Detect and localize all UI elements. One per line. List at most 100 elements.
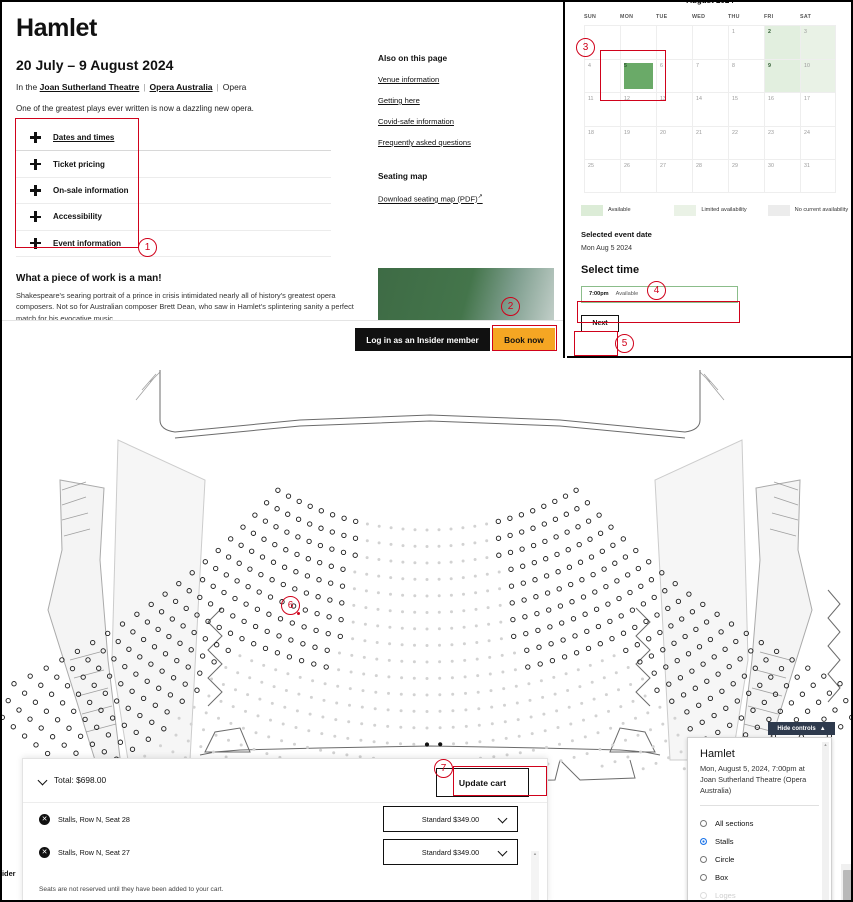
seat-available[interactable]: [49, 734, 56, 740]
seat-available[interactable]: [605, 601, 611, 607]
accordion-item-event-information[interactable]: Event information: [16, 231, 331, 257]
seat-available[interactable]: [572, 633, 578, 639]
seat-available[interactable]: [496, 552, 502, 558]
seat-available[interactable]: [216, 624, 222, 631]
seat-available[interactable]: [599, 548, 605, 554]
seat-available[interactable]: [519, 546, 525, 552]
seat-available[interactable]: [548, 641, 554, 647]
seat-available[interactable]: [597, 530, 604, 536]
seat-available[interactable]: [495, 535, 502, 541]
book-now-button[interactable]: Book now: [493, 328, 555, 351]
seat-available[interactable]: [21, 733, 28, 739]
seat-available[interactable]: [249, 548, 255, 554]
seat-available[interactable]: [553, 534, 559, 540]
seat-available[interactable]: [54, 717, 61, 723]
seat-available[interactable]: [585, 518, 592, 524]
seat-available[interactable]: [507, 532, 513, 539]
seat-available[interactable]: [612, 560, 618, 566]
seat-available[interactable]: [247, 566, 253, 572]
seat-available[interactable]: [328, 580, 334, 586]
seat-available[interactable]: [826, 690, 833, 696]
seat-available[interactable]: [225, 647, 231, 654]
seat-available[interactable]: [307, 503, 313, 509]
seat-available[interactable]: [274, 650, 281, 656]
seat-available[interactable]: [580, 594, 587, 600]
seat-available[interactable]: [821, 673, 827, 679]
seat-available[interactable]: [596, 512, 602, 518]
next-month-button[interactable]: ›: [841, 0, 843, 3]
seat-available[interactable]: [544, 590, 551, 596]
seat-available[interactable]: [261, 536, 267, 542]
seat-available[interactable]: [556, 586, 562, 592]
seat-available[interactable]: [16, 707, 22, 713]
seat-available[interactable]: [48, 691, 55, 697]
seat-available[interactable]: [27, 716, 33, 722]
seat-available[interactable]: [252, 512, 258, 518]
seat-available[interactable]: [508, 566, 514, 572]
seat-available[interactable]: [584, 628, 590, 635]
seat-available[interactable]: [620, 536, 626, 542]
seat-available[interactable]: [61, 742, 67, 748]
seat-available[interactable]: [627, 589, 633, 596]
seat-available[interactable]: [302, 607, 308, 613]
seat-available[interactable]: [295, 534, 301, 540]
seat-available[interactable]: [38, 725, 44, 731]
calendar-day-5[interactable]: 5: [620, 58, 656, 92]
seat-available[interactable]: [301, 624, 307, 630]
seat-available[interactable]: [339, 583, 346, 589]
seat-available[interactable]: [317, 559, 323, 566]
seat-available[interactable]: [304, 573, 311, 579]
seat-available[interactable]: [274, 506, 280, 512]
seat-available[interactable]: [541, 521, 547, 527]
seat-available[interactable]: [296, 498, 302, 505]
seat-available[interactable]: [313, 627, 319, 634]
seat-available[interactable]: [290, 603, 297, 609]
section-option-circle[interactable]: Circle: [700, 850, 819, 868]
seat-available[interactable]: [305, 556, 311, 562]
seat-available[interactable]: [38, 682, 44, 688]
cart-scrollbar[interactable]: [531, 851, 539, 902]
seat-available[interactable]: [509, 600, 515, 606]
seat-available[interactable]: [537, 661, 543, 667]
seat-available[interactable]: [337, 633, 343, 640]
seat-available[interactable]: [620, 630, 627, 636]
seat-available[interactable]: [240, 524, 246, 530]
seat-available[interactable]: [635, 565, 641, 572]
seat-available[interactable]: [522, 614, 528, 620]
seat-available[interactable]: [794, 674, 800, 680]
seat-available[interactable]: [511, 633, 517, 640]
seat-available[interactable]: [646, 559, 652, 565]
seat-available[interactable]: [584, 500, 591, 506]
seat-available[interactable]: [286, 654, 293, 660]
seat-available[interactable]: [588, 554, 595, 560]
seat-available[interactable]: [21, 690, 28, 696]
seat-available[interactable]: [339, 600, 345, 606]
seat-available[interactable]: [285, 493, 292, 499]
section-option-all-sections[interactable]: All sections: [700, 814, 819, 832]
login-insider-button[interactable]: Log in as an Insider member: [355, 328, 490, 351]
seat-available[interactable]: [270, 559, 277, 565]
seat-available[interactable]: [272, 541, 278, 548]
seat-available[interactable]: [646, 636, 652, 642]
seat-available[interactable]: [607, 618, 613, 625]
seat-available[interactable]: [202, 636, 208, 642]
seat-available[interactable]: [230, 613, 236, 619]
seat-available[interactable]: [552, 498, 558, 505]
seat-available[interactable]: [843, 697, 849, 704]
seat-available[interactable]: [543, 573, 550, 579]
seat-available[interactable]: [59, 700, 66, 706]
seat-available[interactable]: [601, 566, 607, 572]
seat-available[interactable]: [318, 525, 324, 531]
seat-available[interactable]: [341, 515, 347, 521]
seat-available[interactable]: [633, 547, 639, 554]
seat-available[interactable]: [245, 583, 251, 590]
seat-available[interactable]: [547, 624, 553, 630]
seat-available[interactable]: [638, 583, 644, 589]
time-slot-option[interactable]: 7:00pm Available: [581, 285, 738, 303]
seat-available[interactable]: [565, 547, 571, 553]
seat-available[interactable]: [326, 614, 332, 620]
seat-available[interactable]: [546, 607, 552, 613]
seat-available[interactable]: [838, 724, 844, 730]
seat-available[interactable]: [259, 554, 266, 560]
seat-available[interactable]: [315, 594, 321, 600]
